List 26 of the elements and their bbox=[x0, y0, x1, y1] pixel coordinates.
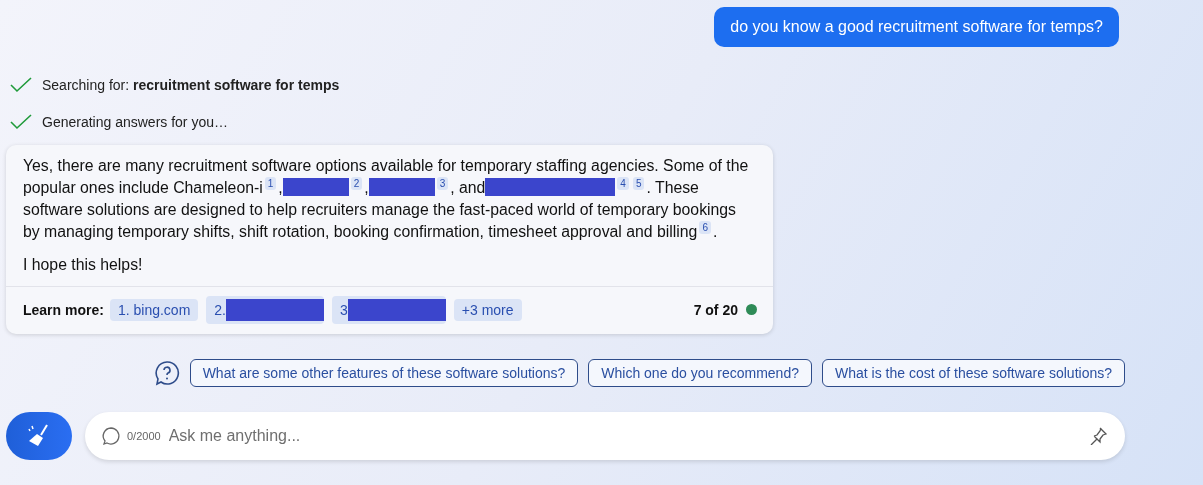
pin-icon[interactable] bbox=[1089, 426, 1107, 445]
suggestion-button[interactable]: What is the cost of these software solutions? bbox=[821, 358, 1125, 387]
source-link[interactable]: 2. bbox=[206, 295, 324, 324]
suggestion-button[interactable]: Which one do you recommend? bbox=[588, 358, 812, 387]
status-text: Generating answers for you… bbox=[42, 114, 228, 130]
citation-link[interactable]: 5 bbox=[632, 177, 645, 190]
chat-input[interactable]: Ask me anything... bbox=[166, 425, 1083, 446]
citation-link[interactable]: 1 bbox=[264, 177, 277, 190]
source-link[interactable]: 1. bing.com bbox=[109, 298, 199, 321]
character-count: 0/2000 bbox=[127, 429, 161, 442]
citation-link[interactable]: 6 bbox=[699, 221, 711, 235]
learn-more-label: Learn more: bbox=[23, 301, 104, 318]
citation-link[interactable]: 3 bbox=[436, 177, 449, 190]
user-message: do you know a good recruitment software for temps? bbox=[714, 7, 1119, 47]
suggestion-button[interactable]: What are some other features of these software solutions? bbox=[189, 358, 579, 387]
citation-link[interactable]: 4 bbox=[617, 177, 629, 190]
source-link[interactable]: +3 more bbox=[453, 298, 522, 321]
input-bar[interactable]: 0/2000 Ask me anything... bbox=[85, 411, 1125, 460]
citation-link[interactable]: 2 bbox=[350, 177, 363, 190]
answer-paragraph: I hope this helps! bbox=[23, 254, 144, 275]
chat-bubble-icon bbox=[101, 425, 121, 446]
new-topic-button[interactable] bbox=[6, 411, 72, 460]
turn-counter: 7 of 20 bbox=[693, 301, 738, 318]
source-link[interactable]: 3 bbox=[332, 295, 446, 324]
status-text: Searching for: recruitment software for temps bbox=[42, 77, 340, 93]
help-bubble-icon bbox=[153, 359, 180, 386]
